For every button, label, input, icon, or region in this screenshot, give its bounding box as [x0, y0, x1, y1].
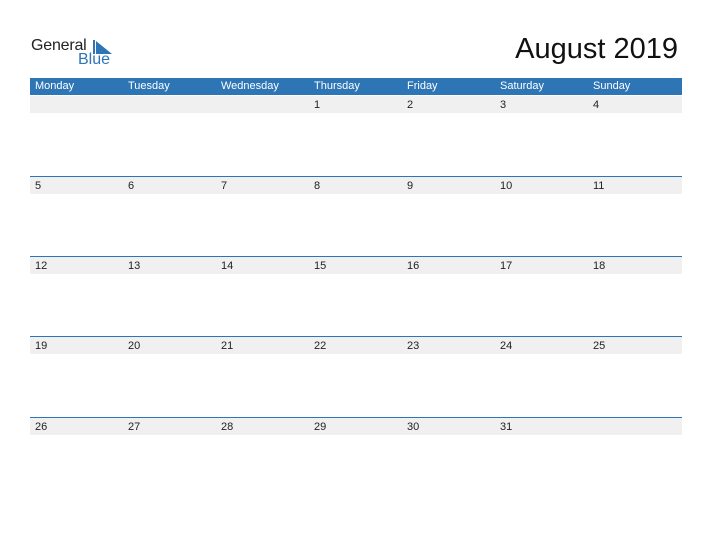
date-cell: 25 — [593, 340, 606, 352]
date-cell: 3 — [500, 99, 507, 111]
weekday-friday: Friday — [407, 80, 438, 92]
weekday-header: Monday Tuesday Wednesday Thursday Friday… — [30, 78, 682, 95]
week-row: 1 2 3 4 — [30, 96, 682, 113]
date-cell: 5 — [35, 180, 42, 192]
date-cell: 21 — [221, 340, 234, 352]
date-cell: 2 — [407, 99, 414, 111]
weekday-saturday: Saturday — [500, 80, 545, 92]
date-cell: 14 — [221, 260, 234, 272]
week-row: 26 27 28 29 30 31 — [30, 417, 682, 435]
weekday-monday: Monday — [35, 80, 75, 92]
date-cell: 8 — [314, 180, 321, 192]
date-cell: 18 — [593, 260, 606, 272]
week-row: 5 6 7 8 9 10 11 — [30, 176, 682, 194]
date-cell: 27 — [128, 421, 141, 433]
date-cell: 26 — [35, 421, 48, 433]
date-cell: 28 — [221, 421, 234, 433]
date-cell: 13 — [128, 260, 141, 272]
date-cell: 15 — [314, 260, 327, 272]
date-cell: 1 — [314, 99, 321, 111]
date-cell: 30 — [407, 421, 420, 433]
week-row: 19 20 21 22 23 24 25 — [30, 336, 682, 354]
generalblue-logo: General Blue — [31, 37, 121, 71]
date-cell: 24 — [500, 340, 513, 352]
calendar-title: August 2019 — [515, 33, 678, 65]
weekday-wednesday: Wednesday — [221, 80, 279, 92]
date-cell: 12 — [35, 260, 48, 272]
date-cell: 10 — [500, 180, 513, 192]
weekday-tuesday: Tuesday — [128, 80, 170, 92]
date-cell: 31 — [500, 421, 513, 433]
date-cell: 22 — [314, 340, 327, 352]
date-cell: 4 — [593, 99, 600, 111]
date-cell: 7 — [221, 180, 228, 192]
weekday-thursday: Thursday — [314, 80, 360, 92]
date-cell: 19 — [35, 340, 48, 352]
logo-text-blue: Blue — [78, 51, 111, 68]
date-cell: 29 — [314, 421, 327, 433]
date-cell: 17 — [500, 260, 513, 272]
date-cell: 6 — [128, 180, 135, 192]
date-cell: 9 — [407, 180, 414, 192]
date-cell: 20 — [128, 340, 141, 352]
date-cell: 11 — [593, 180, 605, 192]
date-cell: 23 — [407, 340, 420, 352]
weekday-sunday: Sunday — [593, 80, 631, 92]
week-row: 12 13 14 15 16 17 18 — [30, 256, 682, 274]
date-cell: 16 — [407, 260, 420, 272]
